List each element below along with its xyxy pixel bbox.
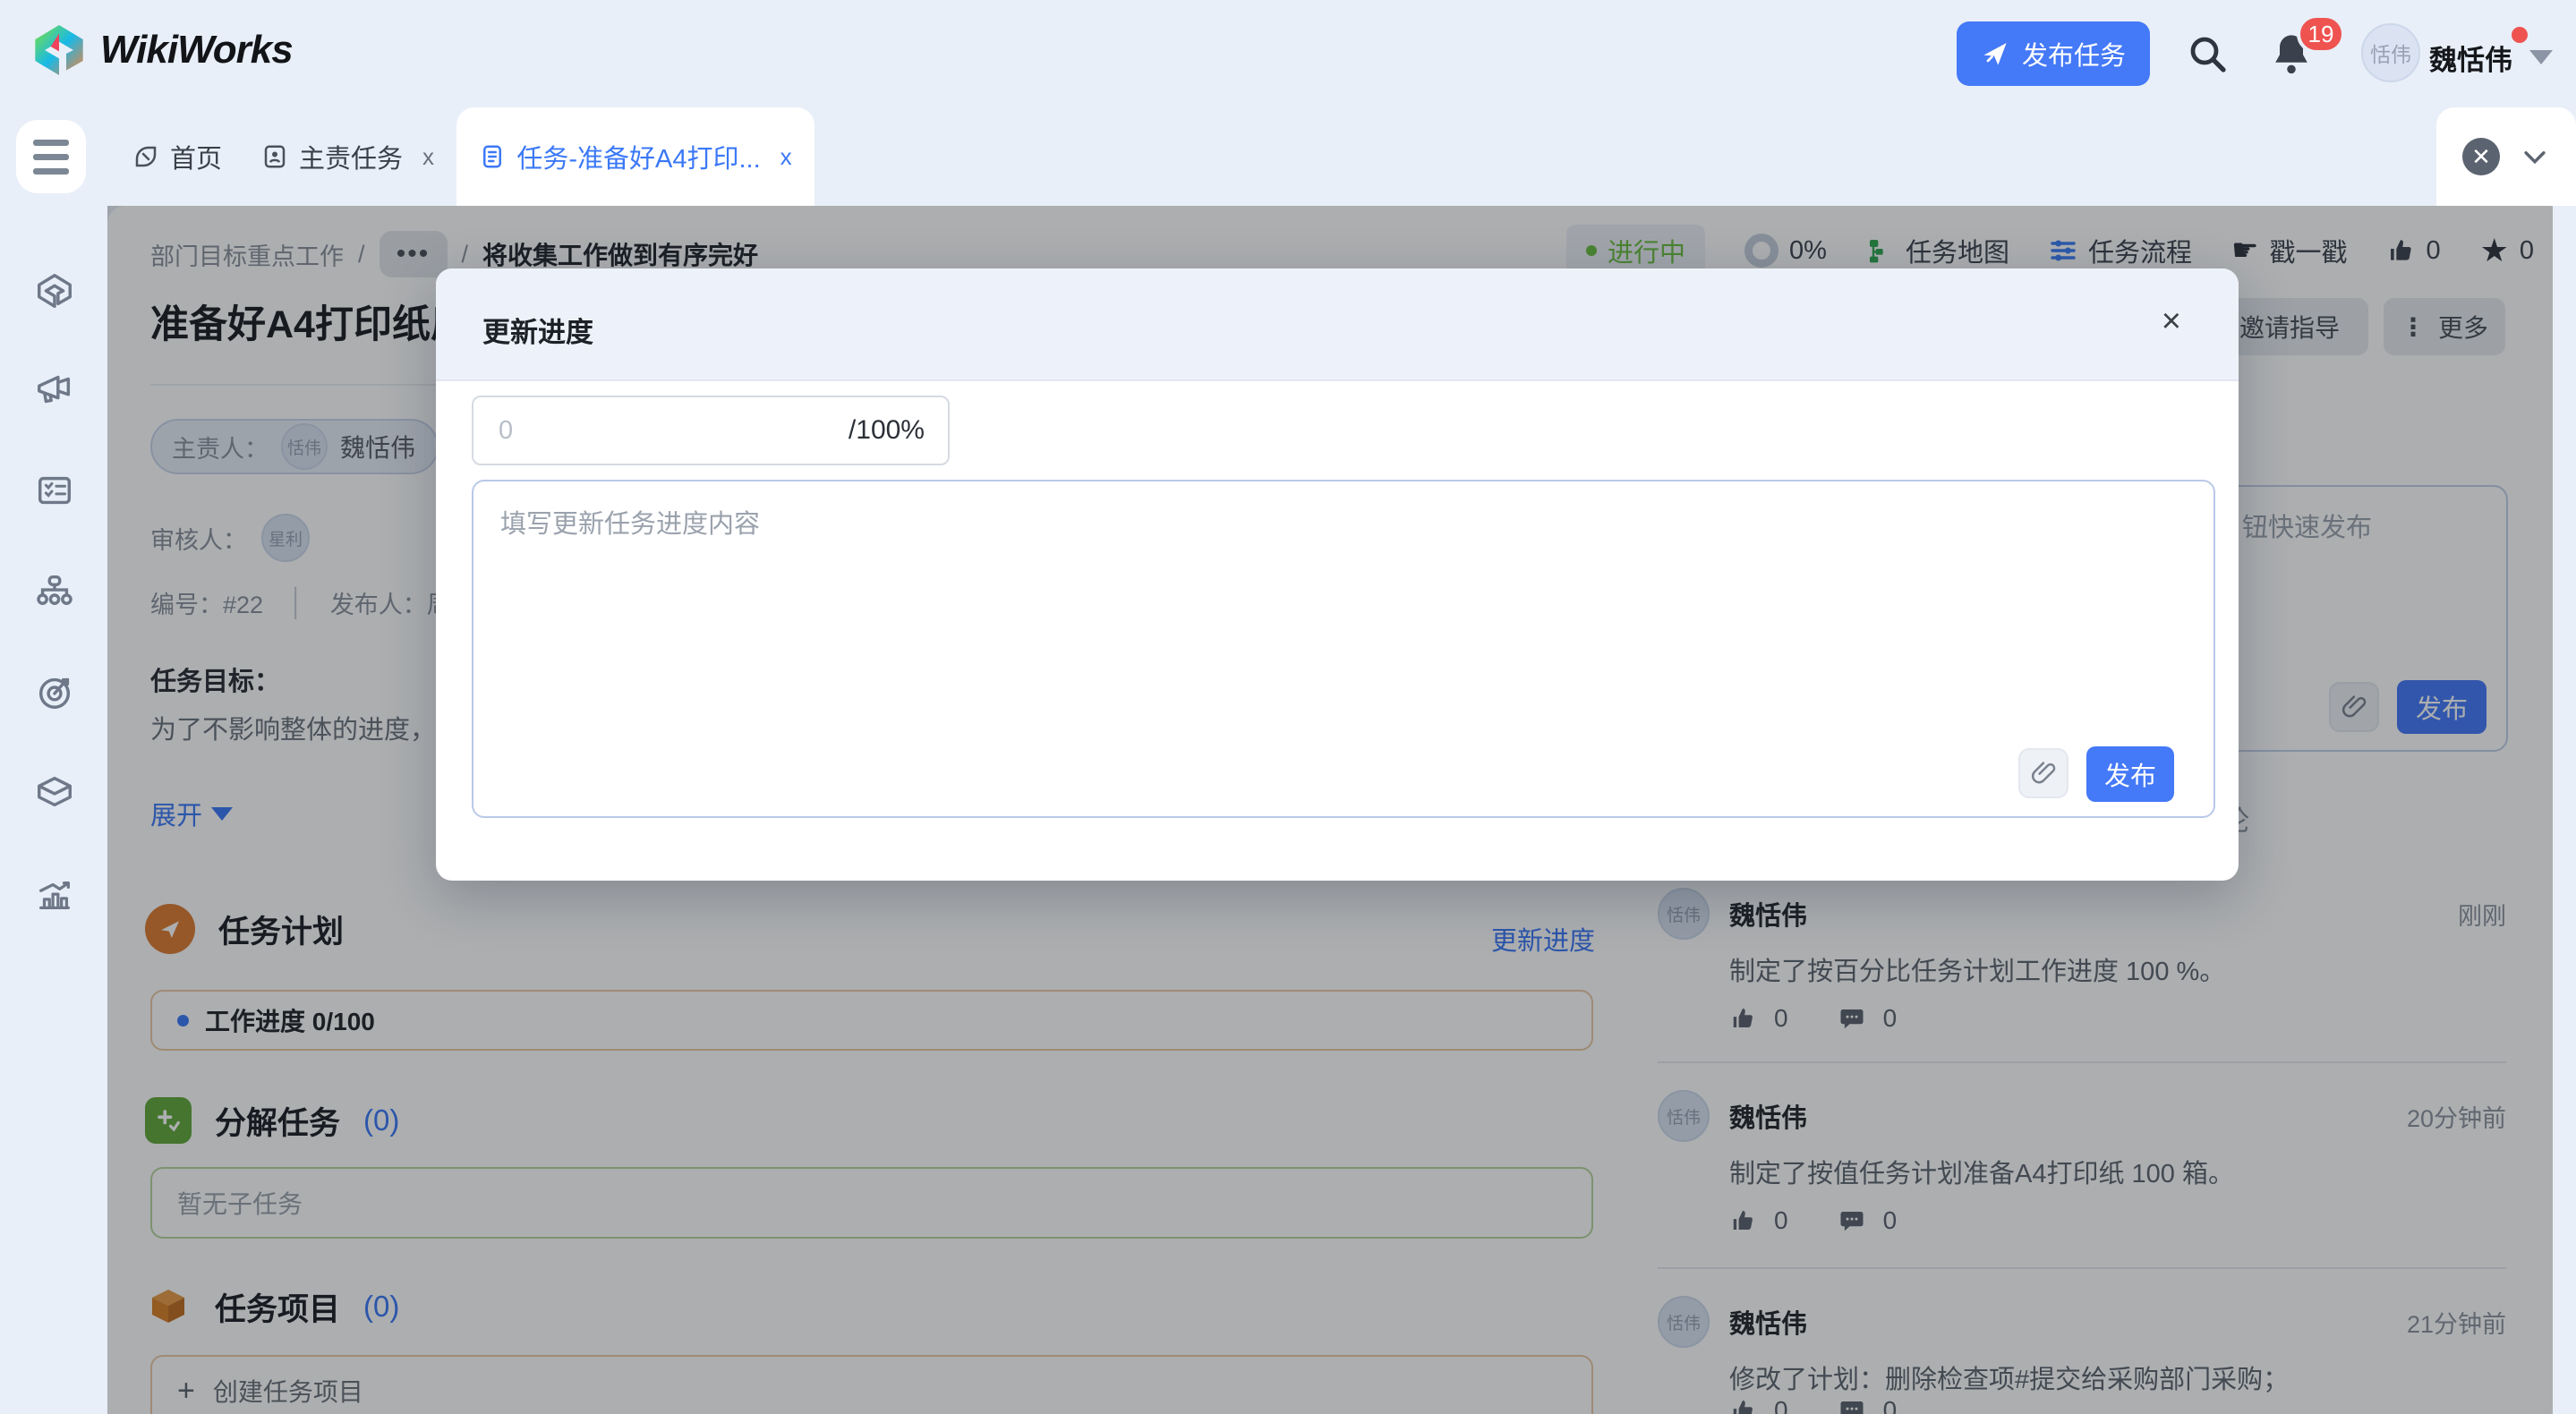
- chevron-down-icon[interactable]: [2520, 141, 2550, 172]
- tab-current-task-close-icon[interactable]: x: [780, 143, 792, 171]
- sidebar-stats-icon[interactable]: [34, 875, 75, 916]
- search-icon[interactable]: [2186, 32, 2229, 75]
- update-progress-modal: 更新进度 × /100% 发布: [436, 268, 2239, 881]
- publish-task-label: 发布任务: [2022, 35, 2126, 72]
- tab-current-task[interactable]: 任务-准备好A4打印... x: [456, 107, 815, 206]
- sidebar-orgchart-icon[interactable]: [34, 571, 75, 612]
- sidebar-package-icon[interactable]: [34, 771, 75, 813]
- task-doc-tab-icon: [479, 143, 506, 170]
- tab-main-tasks[interactable]: 主责任务 x: [261, 107, 434, 206]
- user-menu-caret-icon[interactable]: [2529, 50, 2553, 64]
- modal-title: 更新进度: [482, 310, 593, 350]
- sidebar-target-icon[interactable]: [34, 671, 75, 712]
- modal-publish-button[interactable]: 发布: [2086, 746, 2174, 802]
- modal-attachment-button[interactable]: [2018, 748, 2068, 798]
- user-status-dot: [2512, 27, 2528, 43]
- tab-bar: 首页 主责任务 x 任务-准备好A4打印... x ✕: [0, 107, 2576, 206]
- notification-badge: 19: [2297, 14, 2345, 54]
- user-name[interactable]: 魏恬伟: [2429, 38, 2512, 78]
- tasks-tab-icon: [261, 143, 288, 170]
- progress-content-field[interactable]: 发布: [472, 480, 2215, 818]
- sidebar-workspace-icon[interactable]: [34, 270, 75, 311]
- home-tab-icon: [132, 143, 159, 170]
- logo-icon: [30, 21, 88, 79]
- progress-content-textarea[interactable]: [499, 501, 1934, 737]
- progress-value-input[interactable]: [497, 415, 769, 447]
- tab-home-label: 首页: [170, 138, 222, 175]
- publish-task-button[interactable]: 发布任务: [1957, 21, 2150, 86]
- modal-close-icon[interactable]: ×: [2162, 304, 2181, 338]
- sidebar-toggle-button[interactable]: [16, 120, 86, 193]
- progress-value-field[interactable]: /100%: [472, 396, 950, 465]
- modal-header: 更新进度 ×: [436, 268, 2239, 381]
- left-sidebar: [0, 206, 107, 1414]
- top-header: WikiWorks 发布任务 19 恬伟 魏恬伟: [0, 0, 2576, 107]
- sidebar-announcement-icon[interactable]: [34, 369, 75, 410]
- rocket-icon: [1981, 39, 2009, 68]
- app-window: WikiWorks 发布任务 19 恬伟 魏恬伟: [0, 0, 2576, 1414]
- app-logo[interactable]: WikiWorks: [30, 21, 293, 79]
- tab-current-task-label: 任务-准备好A4打印...: [516, 138, 760, 175]
- user-avatar-text: 恬伟: [2370, 38, 2411, 68]
- sidebar-checklist-icon[interactable]: [34, 471, 75, 512]
- close-all-tabs-icon[interactable]: ✕: [2462, 138, 2500, 175]
- tab-main-tasks-close-icon[interactable]: x: [422, 143, 434, 171]
- user-avatar[interactable]: 恬伟: [2361, 23, 2420, 82]
- progress-suffix: /100%: [849, 415, 925, 446]
- logo-text: WikiWorks: [100, 28, 293, 72]
- tab-home[interactable]: 首页: [132, 107, 222, 206]
- tab-actions: ✕: [2436, 107, 2576, 206]
- tab-main-tasks-label: 主责任务: [299, 138, 403, 175]
